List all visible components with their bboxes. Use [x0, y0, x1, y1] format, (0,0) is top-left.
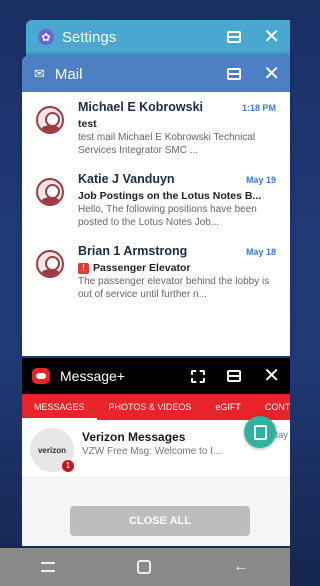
gear-icon: ✿	[38, 29, 54, 45]
mail-title: Mail	[54, 65, 83, 83]
email-preview: test mail Michael E Kobrowski Technical …	[78, 132, 256, 156]
email-sender: Michael E Kobrowski	[78, 100, 204, 114]
settings-title: Settings	[62, 28, 117, 46]
tab-egift[interactable]: eGIFT	[203, 394, 253, 420]
conversation-preview: VZW Free Msg: Welcome to I...	[82, 446, 222, 457]
message-title: Message+	[60, 368, 125, 384]
mail-app-card[interactable]: ✉ Mail ✕ Michael E Kobrowski 1:18 PM tes…	[22, 56, 290, 356]
navigation-bar: ←	[0, 548, 290, 586]
split-screen-icon	[253, 424, 267, 440]
split-screen-button[interactable]	[244, 416, 276, 448]
message-tabs: MESSAGES PHOTOS & VIDEOS eGIFT CONT	[22, 394, 290, 420]
email-item[interactable]: Michael E Kobrowski 1:18 PM test test ma…	[22, 92, 290, 164]
close-icon[interactable]: ✕	[263, 27, 280, 47]
nav-recent-icon[interactable]	[41, 562, 55, 572]
tab-messages[interactable]: MESSAGES	[22, 394, 97, 420]
email-time: 1:18 PM	[241, 103, 276, 113]
email-subject: Job Postings on the Lotus Notes B...	[78, 190, 262, 202]
message-plus-logo-icon	[32, 368, 50, 384]
close-icon[interactable]: ✕	[263, 366, 280, 386]
split-view-icon[interactable]	[227, 31, 242, 43]
message-header: Message+ ✕	[22, 358, 290, 394]
email-subject: test	[78, 118, 97, 130]
settings-header: ✿ Settings ✕	[26, 20, 290, 54]
email-time: May 18	[245, 247, 276, 257]
email-time: May 19	[245, 175, 276, 185]
email-preview: The passenger elevator behind the lobby …	[78, 276, 270, 300]
mail-header: ✉ Mail ✕	[22, 56, 290, 92]
split-view-icon[interactable]	[227, 68, 242, 80]
avatar	[36, 106, 64, 134]
email-subject-text: Passenger Elevator	[93, 262, 191, 274]
envelope-icon: ✉	[34, 66, 45, 81]
conversation-name: Verizon Messages	[82, 430, 186, 444]
nav-home-icon[interactable]	[137, 560, 151, 574]
nav-back-icon[interactable]: ←	[233, 558, 249, 576]
email-subject: ! Passenger Elevator	[78, 262, 282, 274]
tab-photos-videos[interactable]: PHOTOS & VIDEOS	[97, 394, 204, 420]
email-preview: Hello, The following positions have been…	[78, 204, 257, 228]
email-sender: Katie J Vanduyn	[78, 172, 175, 186]
split-view-icon[interactable]	[227, 370, 242, 382]
avatar	[36, 178, 64, 206]
close-icon[interactable]: ✕	[263, 64, 280, 84]
unread-badge: 1	[62, 460, 74, 472]
email-sender: Brian 1 Armstrong	[78, 244, 188, 258]
close-all-button[interactable]: CLOSE ALL	[70, 506, 250, 536]
avatar	[36, 250, 64, 278]
popout-icon[interactable]	[191, 369, 206, 383]
email-item[interactable]: Brian 1 Armstrong May 18 ! Passenger Elev…	[22, 236, 290, 308]
email-item[interactable]: Katie J Vanduyn May 19 Job Postings on t…	[22, 164, 290, 236]
priority-icon: !	[78, 262, 89, 274]
